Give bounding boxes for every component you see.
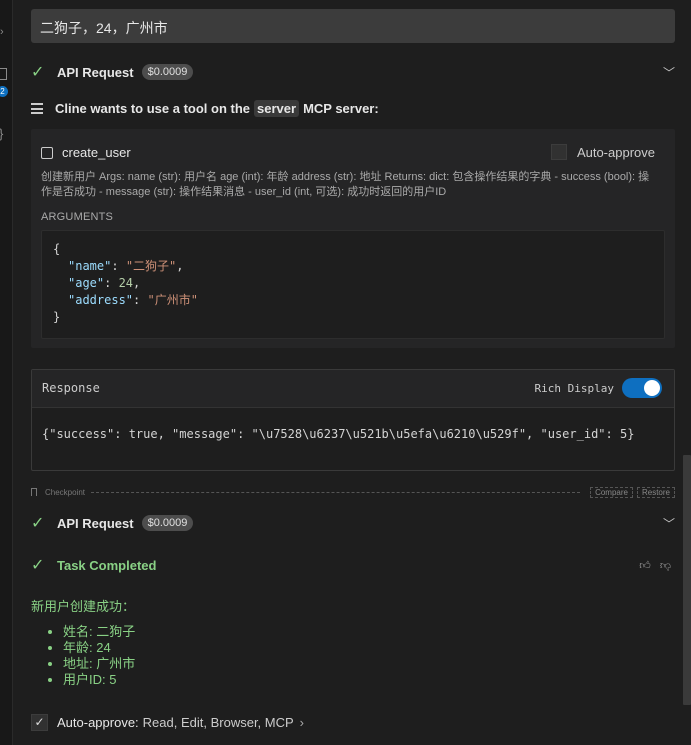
arg-line-age: "age": 24, bbox=[68, 276, 141, 290]
arguments-code: { "name": "二狗子", "age": 24, "address": "… bbox=[41, 230, 665, 339]
api-request-row[interactable]: ✓ API Request $0.0009 ﹀ bbox=[31, 513, 675, 533]
auto-approve-label: Auto-approve: bbox=[57, 715, 139, 730]
chevron-down-icon[interactable]: ﹀ bbox=[663, 515, 675, 532]
result-title: 新用户创建成功： bbox=[31, 599, 136, 614]
checkpoint-divider bbox=[91, 491, 581, 493]
list-item: 姓名: 二狗子 bbox=[63, 624, 135, 640]
compare-button[interactable]: Compare bbox=[590, 486, 633, 498]
api-request-row[interactable]: ✓ API Request $0.0009 ﹀ bbox=[31, 62, 675, 82]
list-item: 地址: 广州市 bbox=[63, 656, 135, 672]
brace-open: { bbox=[53, 242, 61, 256]
result-list: 姓名: 二狗子 年龄: 24 地址: 广州市 用户ID: 5 bbox=[45, 624, 135, 688]
rich-display-toggle[interactable] bbox=[622, 378, 662, 398]
thumbs-up-icon[interactable]: 👍︎ bbox=[639, 560, 651, 572]
restore-button[interactable]: Restore bbox=[636, 486, 675, 498]
checkpoint-bar: Checkpoint Compare Restore bbox=[31, 485, 675, 499]
response-panel: Response Rich Display {"success": true, … bbox=[31, 369, 675, 471]
toggle-knob bbox=[644, 380, 660, 396]
task-completed-row: ✓ Task Completed 👍︎ 👎︎ bbox=[31, 555, 675, 575]
server-icon bbox=[31, 103, 43, 114]
braces-icon[interactable]: } bbox=[0, 126, 3, 141]
notification-badge: 2 bbox=[0, 86, 8, 97]
chevron-right-icon[interactable]: › bbox=[300, 715, 304, 730]
auto-approve-label: Auto-approve bbox=[576, 144, 655, 160]
auto-approve-bar[interactable]: ✓ Auto-approve: Read, Edit, Browser, MCP… bbox=[31, 714, 304, 731]
scrollbar-thumb[interactable] bbox=[683, 455, 691, 705]
auto-approve-toggle[interactable]: Auto-approve bbox=[550, 144, 655, 160]
panel-icon[interactable] bbox=[0, 68, 7, 80]
rich-display-control[interactable]: Rich Display bbox=[535, 378, 662, 398]
user-message: 二狗子，24，广州市 bbox=[31, 9, 675, 43]
response-title: Response bbox=[42, 381, 100, 395]
auto-approve-checked-checkbox[interactable]: ✓ bbox=[31, 714, 48, 731]
mcp-suffix: MCP server: bbox=[303, 101, 379, 116]
response-body: {"success": true, "message": "\u7528\u62… bbox=[42, 427, 635, 441]
tool-name: create_user bbox=[62, 145, 131, 160]
tool-description: 创建新用户 Args: name (str): 用户名 age (int): 年… bbox=[41, 171, 650, 198]
bookmark-icon bbox=[31, 488, 37, 496]
arguments-label: ARGUMENTS bbox=[41, 211, 114, 223]
check-icon: ✓ bbox=[31, 557, 45, 574]
server-name-chip: server bbox=[254, 100, 300, 117]
brace-close: } bbox=[53, 310, 61, 324]
list-item: 用户ID: 5 bbox=[63, 672, 135, 688]
chevron-down-icon[interactable]: ﹀ bbox=[663, 64, 675, 81]
task-completed-label: Task Completed bbox=[57, 557, 157, 573]
cube-icon bbox=[41, 146, 53, 159]
rich-display-label: Rich Display bbox=[534, 381, 614, 395]
mcp-request-title: Cline wants to use a tool on the server … bbox=[31, 100, 379, 117]
activity-strip: › 2 } bbox=[0, 0, 13, 745]
arg-line-name: "name": "二狗子", bbox=[68, 259, 184, 273]
api-request-label: API Request bbox=[57, 515, 134, 531]
auto-approve-value: Read, Edit, Browser, MCP bbox=[142, 715, 294, 730]
response-header: Response Rich Display bbox=[32, 370, 674, 408]
chevron-right-icon[interactable]: › bbox=[0, 26, 4, 38]
api-request-label: API Request bbox=[57, 64, 134, 80]
check-icon: ✓ bbox=[31, 515, 45, 532]
arg-line-address: "address": "广州市" bbox=[68, 293, 198, 307]
check-icon: ✓ bbox=[31, 64, 45, 81]
cost-badge: $0.0009 bbox=[141, 515, 194, 531]
feedback-buttons: 👍︎ 👎︎ bbox=[639, 559, 671, 572]
list-item: 年龄: 24 bbox=[63, 640, 135, 656]
mcp-prefix: Cline wants to use a tool on the bbox=[55, 101, 251, 116]
tool-header: create_user bbox=[41, 145, 131, 160]
thumbs-down-icon[interactable]: 👎︎ bbox=[660, 560, 671, 572]
tool-card: create_user Auto-approve 创建新用户 Args: nam… bbox=[31, 129, 675, 348]
checkpoint-label: Checkpoint bbox=[45, 487, 86, 497]
cost-badge: $0.0009 bbox=[141, 64, 194, 80]
auto-approve-checkbox[interactable] bbox=[550, 144, 567, 160]
